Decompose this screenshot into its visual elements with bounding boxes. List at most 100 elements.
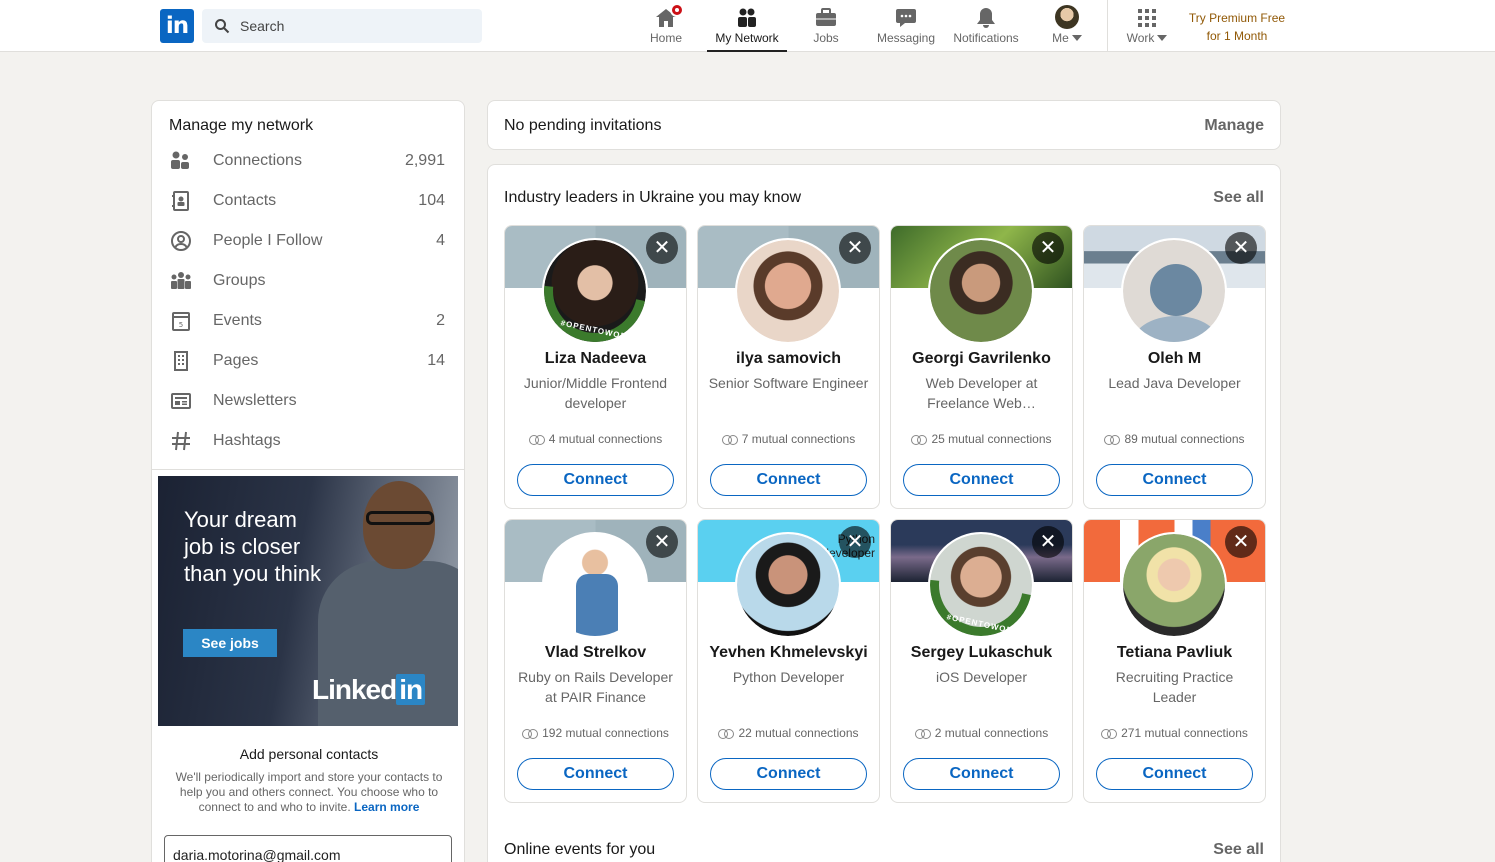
person-headline: Web Developer at Freelance Web… — [925, 375, 1038, 411]
hashtag-icon — [172, 431, 190, 451]
nav-me[interactable]: Me — [1027, 0, 1107, 52]
sidebar-item-hashtags[interactable]: Hashtags — [169, 421, 449, 461]
ad-photo-head — [363, 481, 435, 569]
profile-photo[interactable] — [735, 238, 841, 344]
people-icon — [171, 151, 189, 169]
profile-photo-fill — [737, 534, 839, 636]
dismiss-button[interactable]: ✕ — [839, 232, 871, 264]
person-name[interactable]: Oleh M — [1088, 350, 1261, 368]
person-card[interactable]: #OPENTOWORK ✕ Liza Nadeeva Junior/Middle… — [504, 225, 687, 509]
mutual-connections-text: 271 mutual connections — [1121, 726, 1248, 740]
person-headline: Python Developer — [732, 669, 845, 685]
person-name[interactable]: Yevhen Khmelevskyi — [702, 644, 875, 662]
divider — [152, 469, 464, 470]
search-box[interactable] — [202, 9, 482, 43]
premium-link[interactable]: Try Premium Free for 1 Month — [1180, 9, 1294, 45]
mutual-connections: 25 mutual connections — [891, 432, 1072, 446]
profile-photo[interactable] — [1121, 532, 1227, 638]
connect-button[interactable]: Connect — [710, 758, 867, 790]
profile-photo[interactable] — [542, 532, 648, 638]
profile-photo[interactable]: #OPENTOWORK — [928, 532, 1034, 638]
sidebar-item-contacts[interactable]: Contacts 104 — [169, 181, 449, 221]
dismiss-button[interactable]: ✕ — [1225, 232, 1257, 264]
default-avatar-head — [1150, 264, 1202, 316]
jobs-ad-banner[interactable]: Your dream job is closer than you think … — [158, 476, 458, 726]
sidebar-item-events[interactable]: 5 Events 2 — [169, 301, 449, 341]
sidebar-item-count: 2,991 — [404, 152, 445, 169]
sidebar-item-label: Contacts — [213, 192, 277, 209]
profile-photo-fill — [1123, 534, 1225, 636]
mutual-connections: 22 mutual connections — [698, 726, 879, 740]
sidebar-item-label: Events — [213, 312, 262, 329]
dismiss-button[interactable]: ✕ — [1225, 526, 1257, 558]
connect-button[interactable]: Connect — [710, 464, 867, 496]
invitations-text: No pending invitations — [504, 117, 662, 134]
person-name[interactable]: ilya samovich — [702, 350, 875, 368]
person-name[interactable]: Vlad Strelkov — [509, 644, 682, 662]
add-contacts-section: Add personal contacts We'll periodically… — [152, 746, 464, 815]
mutual-connections-text: 4 mutual connections — [548, 432, 663, 446]
suggestions-title: Industry leaders in Ukraine you may know — [504, 189, 802, 206]
profile-photo[interactable] — [1121, 238, 1227, 344]
person-card[interactable]: Python developer ✕ Yevhen Khmelevskyi Py… — [697, 519, 880, 803]
nav-messaging[interactable]: Messaging — [866, 0, 946, 52]
nav-notifications[interactable]: Notifications — [946, 0, 1026, 52]
person-card[interactable]: ✕ Tetiana Pavliuk Recruiting Practice Le… — [1083, 519, 1266, 803]
premium-line2: for 1 Month — [1206, 29, 1268, 43]
search-input[interactable] — [240, 18, 460, 34]
person-card[interactable]: #OPENTOWORK ✕ Sergey Lukaschuk iOS Devel… — [890, 519, 1073, 803]
sidebar-item-label: Connections — [213, 152, 302, 169]
events-see-all-link[interactable]: See all — [1213, 841, 1264, 859]
email-field[interactable] — [164, 835, 452, 862]
dismiss-button[interactable]: ✕ — [1032, 232, 1064, 264]
person-name[interactable]: Sergey Lukaschuk — [895, 644, 1068, 662]
nav-home[interactable]: Home — [626, 0, 706, 52]
learn-more-link[interactable]: Learn more — [354, 800, 419, 814]
connect-button[interactable]: Connect — [1096, 464, 1253, 496]
dismiss-button[interactable]: ✕ — [839, 526, 871, 558]
person-card[interactable]: ✕ Vlad Strelkov Ruby on Rails Developer … — [504, 519, 687, 803]
chevron-down-icon — [1071, 35, 1082, 41]
dismiss-button[interactable]: ✕ — [646, 526, 678, 558]
connect-button[interactable]: Connect — [903, 464, 1060, 496]
manage-button[interactable]: Manage — [1204, 117, 1264, 135]
profile-photo[interactable] — [928, 238, 1034, 344]
person-headline: Recruiting Practice Leader — [1115, 669, 1234, 705]
nav-work-label-wrap: Work — [1107, 31, 1187, 45]
connect-button[interactable]: Connect — [1096, 758, 1253, 790]
person-card[interactable]: ✕ ilya samovich Senior Software Engineer… — [697, 225, 880, 509]
person-headline: Senior Software Engineer — [708, 375, 869, 391]
messaging-icon — [896, 9, 916, 27]
see-all-link[interactable]: See all — [1213, 189, 1264, 207]
person-headline: Ruby on Rails Developer at PAIR Finance — [518, 669, 673, 705]
person-card[interactable]: ✕ Oleh M Lead Java Developer 89 mutual c… — [1083, 225, 1266, 509]
nav-messaging-label: Messaging — [876, 31, 936, 45]
connect-button[interactable]: Connect — [517, 464, 674, 496]
nav-work[interactable]: Work — [1107, 0, 1187, 52]
manage-network-card: Manage my network Connections 2,991 Cont… — [151, 100, 465, 862]
person-name[interactable]: Tetiana Pavliuk — [1088, 644, 1261, 662]
profile-photo[interactable] — [735, 532, 841, 638]
sidebar-item-pages[interactable]: Pages 14 — [169, 341, 449, 381]
linkedin-logo[interactable]: in — [160, 9, 194, 43]
connect-button[interactable]: Connect — [903, 758, 1060, 790]
dismiss-button[interactable]: ✕ — [646, 232, 678, 264]
dismiss-button[interactable]: ✕ — [1032, 526, 1064, 558]
profile-photo[interactable]: #OPENTOWORK — [542, 238, 648, 344]
see-jobs-button[interactable]: See jobs — [183, 629, 277, 657]
sidebar-item-groups[interactable]: Groups — [169, 261, 449, 301]
nav-me-label-wrap: Me — [1027, 31, 1107, 45]
person-name[interactable]: Liza Nadeeva — [509, 350, 682, 368]
nav-jobs[interactable]: Jobs — [786, 0, 866, 52]
notification-badge — [670, 3, 684, 17]
sidebar-item-newsletters[interactable]: Newsletters — [169, 381, 449, 421]
sidebar-item-people-i-follow[interactable]: People I Follow 4 — [169, 221, 449, 261]
person-name[interactable]: Georgi Gavrilenko — [895, 350, 1068, 368]
connect-button[interactable]: Connect — [517, 758, 674, 790]
sidebar-item-connections[interactable]: Connections 2,991 — [169, 141, 449, 181]
nav-my-network[interactable]: My Network — [707, 0, 787, 52]
profile-photo-fill — [930, 240, 1032, 342]
mutual-connections: 7 mutual connections — [698, 432, 879, 446]
person-card[interactable]: ✕ Georgi Gavrilenko Web Developer at Fre… — [890, 225, 1073, 509]
groups-icon — [171, 272, 191, 289]
